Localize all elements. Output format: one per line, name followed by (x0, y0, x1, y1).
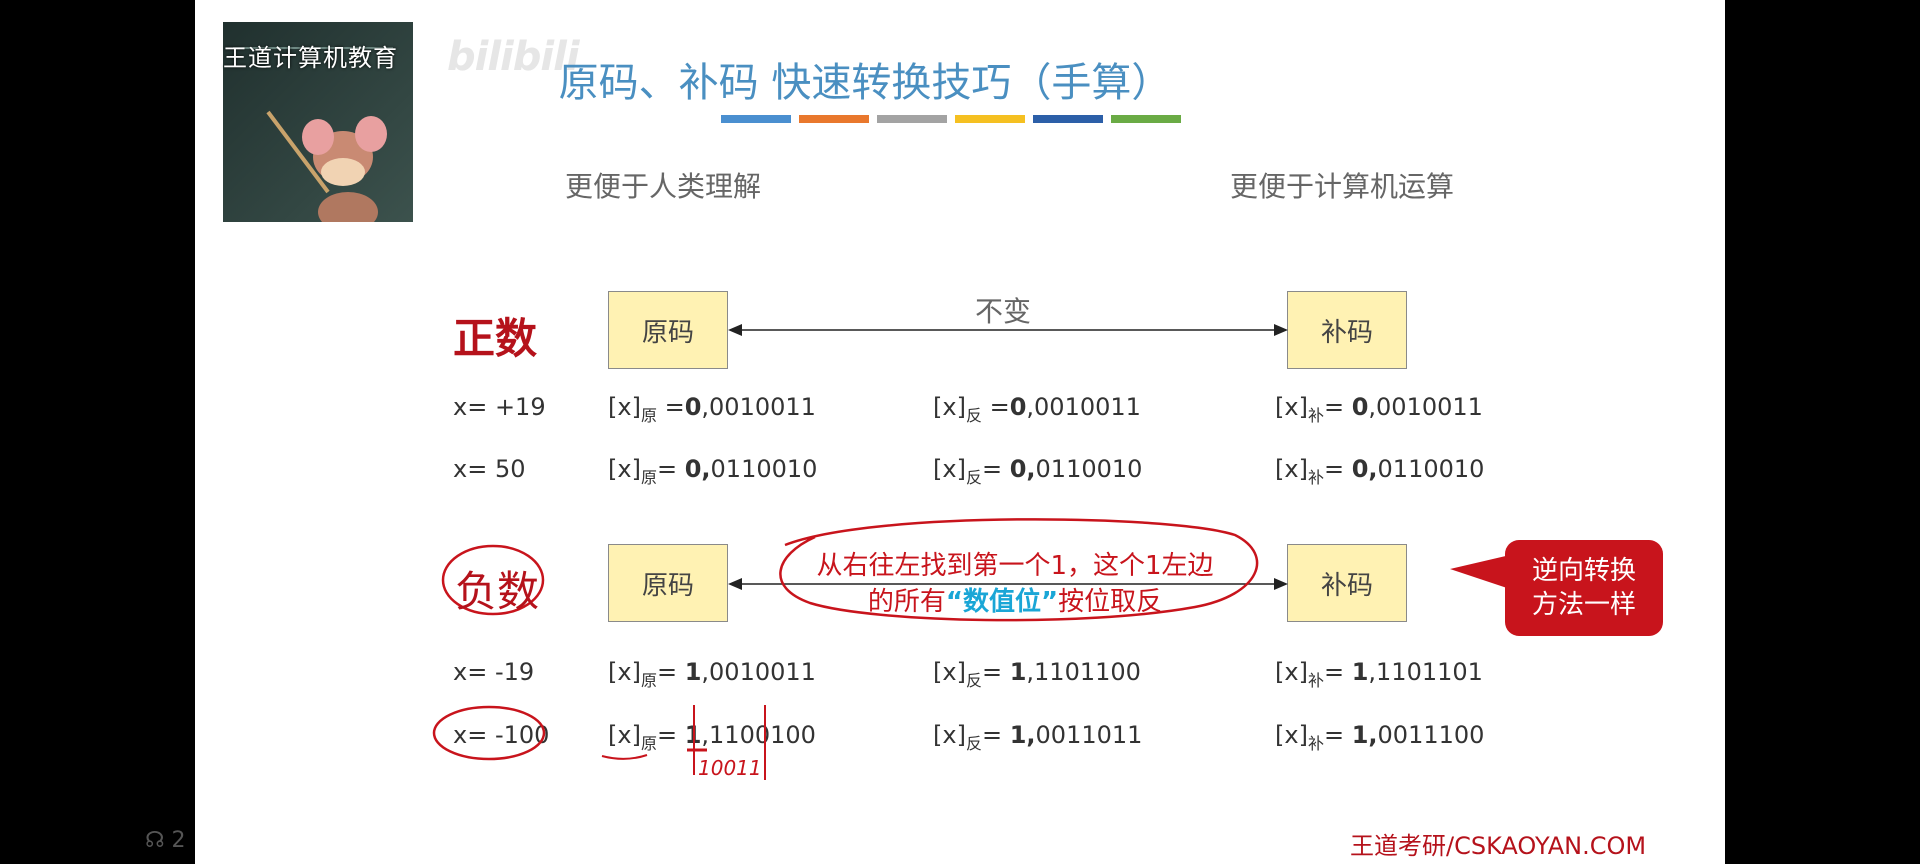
code-fan-value: [x]反= 1,1101100 (933, 658, 1141, 690)
code-bu-value: [x]补= 0,0110010 (1275, 455, 1485, 487)
handwritten-marks (432, 705, 766, 780)
code-yuan-value: [x]原= 1,0010011 (608, 658, 816, 690)
accent-bar (955, 115, 1025, 123)
negative-label: 负数 (455, 567, 540, 616)
code-bu-value: [x]补= 0,0010011 (1275, 393, 1483, 425)
viewer-icon: ☊ (145, 828, 172, 853)
channel-watermark: 王道计算机教育 (223, 44, 398, 72)
footer-brand: 王道考研/CSKAOYAN.COM (1350, 832, 1647, 860)
accent-bar (799, 115, 869, 123)
reverse-conversion-callout: 逆向转换 方法一样 (1505, 540, 1663, 636)
title-accent-bars (721, 115, 1181, 123)
slide: 王道计算机教育 bilibili 原码、补码 快速转换技巧（手算） 更便于人类理… (195, 0, 1725, 864)
code-fan-value: [x]反= 0,0110010 (933, 455, 1143, 487)
negative-yuanma-box: 原码 (608, 544, 728, 622)
accent-bar (721, 115, 791, 123)
row-x-value: x= 50 (453, 455, 526, 483)
accent-bar (1111, 115, 1181, 123)
code-fan-value: [x]反= 1,0011011 (933, 721, 1143, 753)
code-bu-value: [x]补= 1,0011100 (1275, 721, 1485, 753)
positive-yuanma-box: 原码 (608, 291, 728, 369)
accent-bar (877, 115, 947, 123)
code-fan-value: [x]反 =0,0010011 (933, 393, 1141, 425)
handwritten-digits: 10011 (698, 756, 762, 780)
positive-label: 正数 (453, 314, 538, 363)
code-bu-value: [x]补= 1,1101101 (1275, 658, 1483, 690)
row-x-value: x= -19 (453, 658, 535, 686)
left-caption: 更便于人类理解 (565, 170, 762, 203)
right-caption: 更便于计算机运算 (1230, 170, 1455, 203)
accent-bar (1033, 115, 1103, 123)
negative-buma-box: 补码 (1287, 544, 1407, 622)
code-yuan-value: [x]原= 0,0110010 (608, 455, 818, 487)
code-yuan-value: [x]原 =0,0010011 (608, 393, 816, 425)
slide-title: 原码、补码 快速转换技巧（手算） (558, 60, 1172, 106)
row-x-value: x= +19 (453, 393, 546, 421)
callout-pointer (1450, 555, 1510, 589)
positive-buma-box: 补码 (1287, 291, 1407, 369)
viewer-count: ☊ 2 (145, 828, 186, 853)
unchanged-label: 不变 (975, 295, 1032, 328)
rule-annotation-text: 从右往左找到第一个1，这个1左边 的所有“数值位”按位取反 (816, 551, 1214, 617)
